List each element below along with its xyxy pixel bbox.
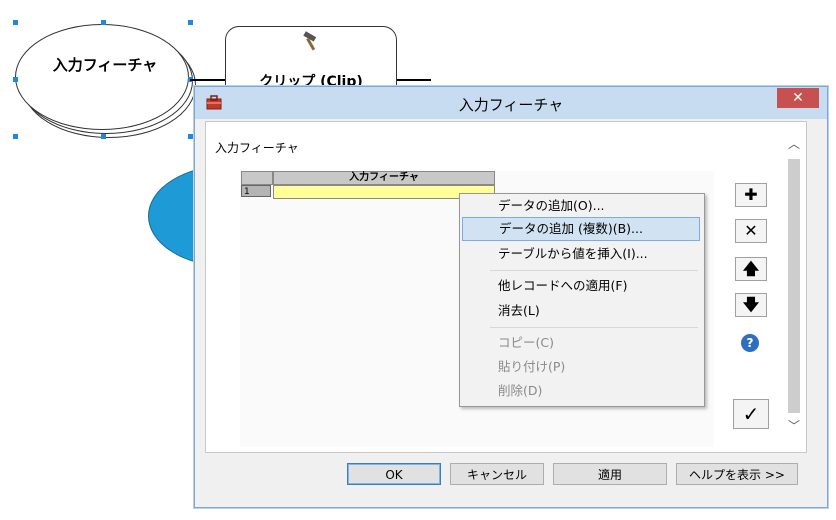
dialog-title: 入力フィーチャ <box>458 96 564 114</box>
scroll-up-icon[interactable]: ︿ <box>785 135 803 153</box>
selection-handle[interactable] <box>188 134 193 139</box>
show-help-button[interactable]: ヘルプを表示 >> <box>676 463 798 485</box>
selection-handle[interactable] <box>101 134 106 139</box>
add-row-button[interactable]: ✚ <box>735 183 767 207</box>
menu-item-delete[interactable]: 削除(D) <box>462 379 700 403</box>
menu-item-copy[interactable]: コピー(C) <box>462 331 700 355</box>
close-button[interactable]: ✕ <box>777 88 819 108</box>
hammer-icon <box>303 31 317 51</box>
input-node[interactable] <box>15 24 189 130</box>
cancel-button[interactable]: キャンセル <box>450 463 544 485</box>
menu-item-add-data[interactable]: データの追加(O)... <box>462 194 700 218</box>
table-row-number[interactable]: 1 <box>241 185 271 197</box>
move-down-button[interactable]: 🡇 <box>735 293 767 317</box>
vertical-scrollbar[interactable]: ︿ ﹀ <box>785 135 803 435</box>
move-up-button[interactable]: 🡅 <box>735 257 767 281</box>
menu-separator <box>490 327 698 328</box>
selection-handle[interactable] <box>13 20 18 25</box>
input-node-label: 入力フィーチャ <box>52 56 158 74</box>
selection-handle[interactable] <box>13 77 18 82</box>
delete-row-button[interactable]: ✕ <box>735 219 767 243</box>
apply-button[interactable]: 適用 <box>553 463 667 485</box>
check-values-button[interactable]: ✓ <box>733 399 769 429</box>
help-icon: ? <box>741 334 759 352</box>
scroll-thumb[interactable] <box>788 159 800 413</box>
menu-item-clear[interactable]: 消去(L) <box>462 299 700 323</box>
menu-separator <box>490 270 698 271</box>
menu-item-apply-to-other-records[interactable]: 他レコードへの適用(F) <box>462 274 700 298</box>
menu-item-add-multiple-data[interactable]: データの追加 (複数)(B)... <box>462 217 700 241</box>
scroll-down-icon[interactable]: ﹀ <box>785 417 803 435</box>
selection-handle[interactable] <box>13 134 18 139</box>
title-bar[interactable]: 入力フィーチャ ✕ <box>195 87 827 119</box>
connector-line <box>190 79 225 81</box>
connector-line <box>395 79 431 81</box>
table-column-header[interactable]: 入力フィーチャ <box>273 171 495 185</box>
selection-handle[interactable] <box>188 20 193 25</box>
menu-item-insert-from-table[interactable]: テーブルから値を挿入(I)... <box>462 242 700 266</box>
context-menu: データの追加(O)... データの追加 (複数)(B)... テーブルから値を挿… <box>459 193 705 407</box>
ok-button[interactable]: OK <box>347 463 441 485</box>
selection-handle[interactable] <box>101 20 106 25</box>
help-icon-button[interactable]: ? <box>735 331 765 353</box>
table-row-number-header <box>241 171 273 185</box>
menu-item-paste[interactable]: 貼り付け(P) <box>462 355 700 379</box>
field-label: 入力フィーチャ <box>215 141 299 155</box>
